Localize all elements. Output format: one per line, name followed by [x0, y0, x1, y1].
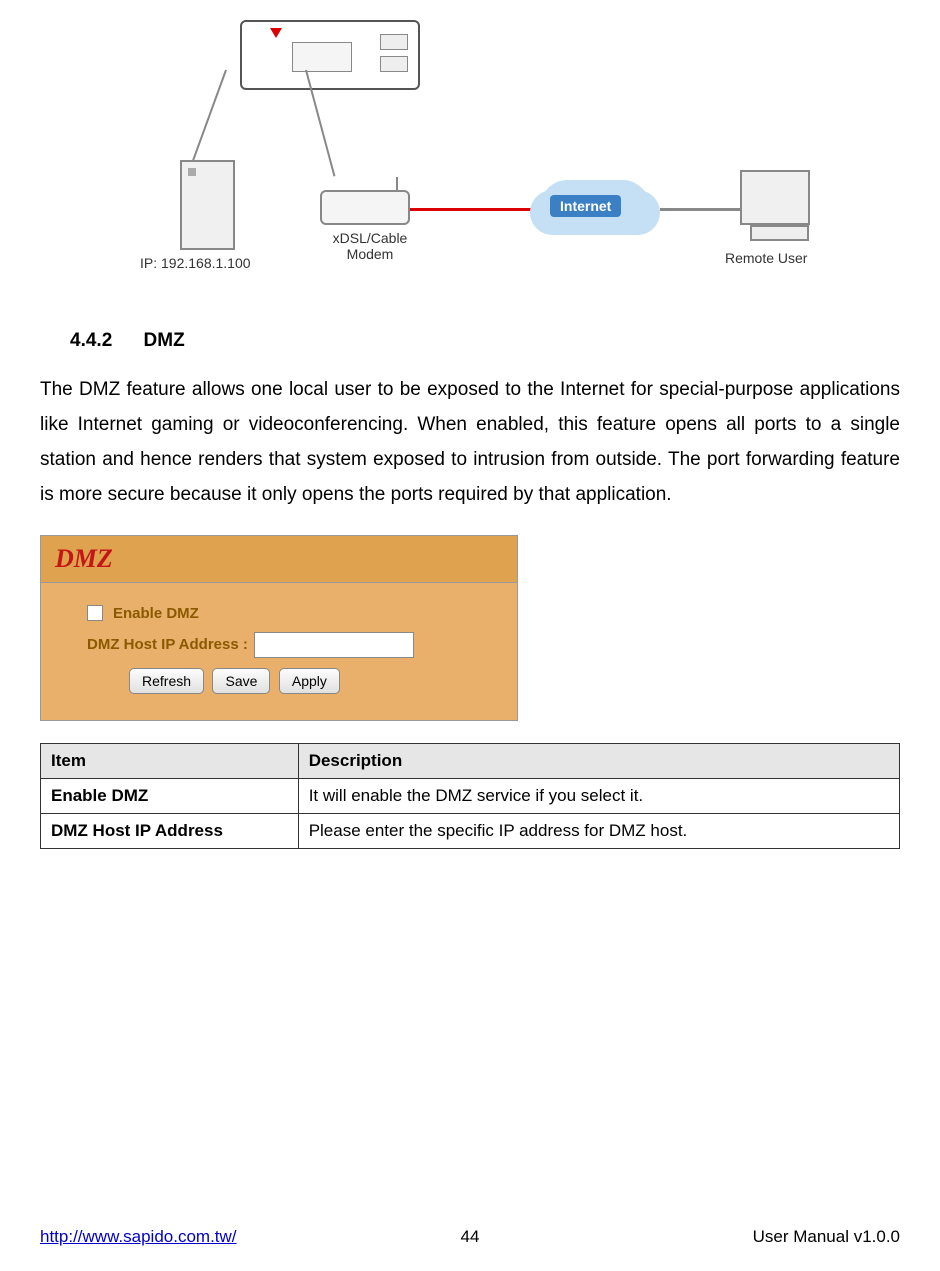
page-number: 44 [461, 1227, 480, 1247]
enable-dmz-label: Enable DMZ [113, 605, 199, 622]
cell-description: Please enter the specific IP address for… [298, 813, 899, 848]
table-row: Enable DMZ It will enable the DMZ servic… [41, 778, 900, 813]
remote-pc-icon [740, 170, 810, 225]
footer-url[interactable]: http://www.sapido.com.tw/ [40, 1227, 237, 1247]
internet-label: Internet [550, 195, 621, 217]
refresh-button[interactable]: Refresh [129, 668, 204, 694]
description-table: Item Description Enable DMZ It will enab… [40, 743, 900, 849]
cell-item: Enable DMZ [41, 778, 299, 813]
table-row: DMZ Host IP Address Please enter the spe… [41, 813, 900, 848]
header-description: Description [298, 743, 899, 778]
modem-label: xDSL/Cable Modem [320, 230, 420, 262]
remote-user-label: Remote User [725, 250, 807, 266]
modem-icon [320, 190, 410, 225]
page-footer: http://www.sapido.com.tw/ 44 User Manual… [40, 1227, 900, 1247]
apply-button[interactable]: Apply [279, 668, 340, 694]
table-header-row: Item Description [41, 743, 900, 778]
arrow-icon [270, 28, 282, 38]
header-item: Item [41, 743, 299, 778]
dmz-host-ip-input[interactable] [254, 632, 414, 658]
network-diagram: IP: 192.168.1.100 xDSL/Cable Modem Inter… [120, 20, 820, 280]
cell-description: It will enable the DMZ service if you se… [298, 778, 899, 813]
section-title: DMZ [144, 330, 185, 351]
enable-dmz-checkbox[interactable] [87, 605, 103, 621]
save-button[interactable]: Save [212, 668, 270, 694]
server-icon [180, 160, 235, 250]
panel-title-bar: DMZ [41, 536, 517, 583]
section-number: 4.4.2 [70, 330, 112, 351]
cable-line [187, 70, 227, 174]
ip-label: IP: 192.168.1.100 [140, 255, 251, 271]
connection-line [410, 208, 540, 211]
dmz-host-ip-label: DMZ Host IP Address : [87, 636, 248, 653]
router-icon [240, 20, 420, 90]
connection-line [660, 208, 740, 211]
dmz-settings-panel: DMZ Enable DMZ DMZ Host IP Address : Ref… [40, 535, 518, 721]
section-heading: 4.4.2 DMZ [70, 330, 900, 352]
footer-version: User Manual v1.0.0 [753, 1227, 900, 1247]
panel-title: DMZ [55, 544, 113, 573]
cell-item: DMZ Host IP Address [41, 813, 299, 848]
body-paragraph: The DMZ feature allows one local user to… [40, 372, 900, 513]
